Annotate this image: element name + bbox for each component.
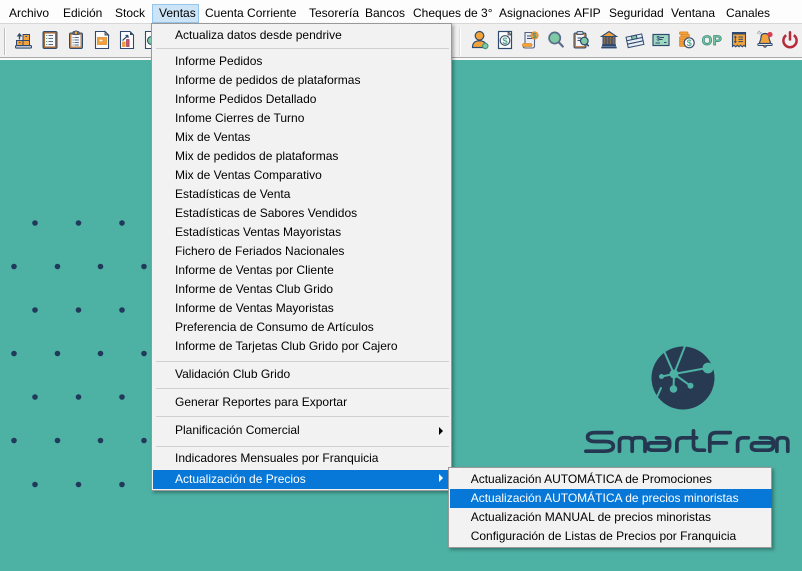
svg-text:$: $ — [502, 36, 508, 47]
svg-text:OP: OP — [702, 33, 722, 48]
svg-text:$: $ — [687, 38, 692, 48]
